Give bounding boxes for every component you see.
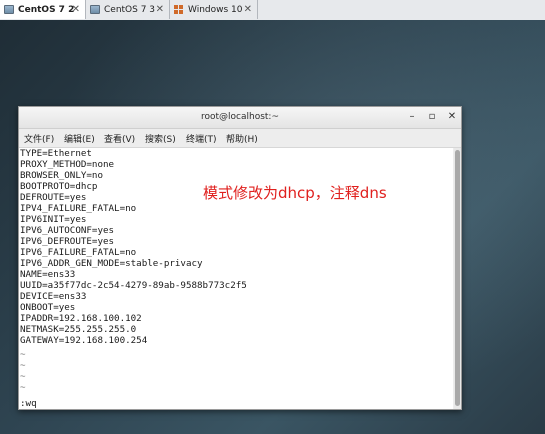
terminal-line: PROXY_METHOD=none: [20, 159, 115, 170]
terminal-line: ONBOOT=yes: [20, 302, 76, 313]
terminal-line: IPV6_DEFROUTE=yes: [20, 236, 115, 247]
terminal-line: IPV6INIT=yes: [20, 214, 87, 225]
terminal-line: TYPE=Ethernet: [20, 148, 92, 159]
tab-label: CentOS 7 2: [18, 4, 75, 15]
minimize-button[interactable]: –: [405, 110, 419, 124]
terminal-line: IPV6_FAILURE_FATAL=no: [20, 247, 137, 258]
window-titlebar[interactable]: root@localhost:~ – ▫ ✕: [19, 107, 461, 129]
terminal-line: DEVICE=ens33: [20, 291, 87, 302]
terminal-line: GATEWAY=192.168.100.254: [20, 335, 148, 346]
terminal-scrollbar[interactable]: [454, 148, 461, 409]
tab-label: Windows 10: [188, 4, 243, 15]
empty-line-marker: ~: [20, 382, 26, 393]
terminal-line: IPV6_ADDR_GEN_MODE=stable-privacy: [20, 258, 203, 269]
terminal-window: root@localhost:~ – ▫ ✕ 文件(F) 编辑(E) 查看(V)…: [18, 106, 462, 410]
terminal-line: BOOTPROTO=dhcp: [20, 181, 98, 192]
menu-search[interactable]: 搜索(S): [145, 132, 176, 145]
terminal-line: UUID=a35f77dc-2c54-4279-89ab-9588b773c2f…: [20, 280, 247, 291]
close-button[interactable]: ✕: [445, 110, 459, 124]
scrollbar-thumb[interactable]: [455, 150, 460, 406]
menu-edit[interactable]: 编辑(E): [64, 132, 95, 145]
close-icon[interactable]: ✕: [156, 4, 164, 15]
annotation-text: 模式修改为dhcp，注释dns: [203, 184, 387, 202]
menu-terminal[interactable]: 终端(T): [186, 132, 217, 145]
vm-tab-bar: CentOS 7 2 ✕ CentOS 7 3 ✕ Windows 10 ✕: [0, 0, 545, 21]
terminal-line: IPV6_AUTOCONF=yes: [20, 225, 115, 236]
terminal-line: BROWSER_ONLY=no: [20, 170, 103, 181]
terminal-line: IPV4_FAILURE_FATAL=no: [20, 203, 137, 214]
terminal-line: DEFROUTE=yes: [20, 192, 87, 203]
tab-centos-7-3[interactable]: CentOS 7 3 ✕: [86, 0, 170, 19]
terminal-line: IPADDR=192.168.100.102: [20, 313, 142, 324]
empty-line-marker: ~: [20, 371, 26, 382]
terminal-line: NAME=ens33: [20, 269, 76, 280]
tab-centos-7-2[interactable]: CentOS 7 2 ✕: [0, 0, 86, 19]
menu-help[interactable]: 帮助(H): [226, 132, 258, 145]
window-title: root@localhost:~: [200, 112, 280, 122]
terminal-line: NETMASK=255.255.255.0: [20, 324, 137, 335]
close-icon[interactable]: ✕: [244, 4, 252, 15]
menu-view[interactable]: 查看(V): [104, 132, 135, 145]
maximize-button[interactable]: ▫: [425, 110, 439, 124]
vm-icon: [90, 5, 100, 14]
empty-line-marker: ~: [20, 349, 26, 360]
menu-bar: 文件(F) 编辑(E) 查看(V) 搜索(S) 终端(T) 帮助(H): [19, 129, 461, 148]
tab-label: CentOS 7 3: [104, 4, 156, 15]
empty-line-marker: ~: [20, 360, 26, 371]
windows-icon: [174, 5, 183, 14]
vi-command-line: :wq: [20, 398, 37, 409]
tab-windows-10[interactable]: Windows 10 ✕: [170, 0, 258, 19]
close-icon[interactable]: ✕: [72, 4, 80, 15]
vm-icon: [4, 5, 14, 14]
menu-file[interactable]: 文件(F): [24, 132, 54, 145]
